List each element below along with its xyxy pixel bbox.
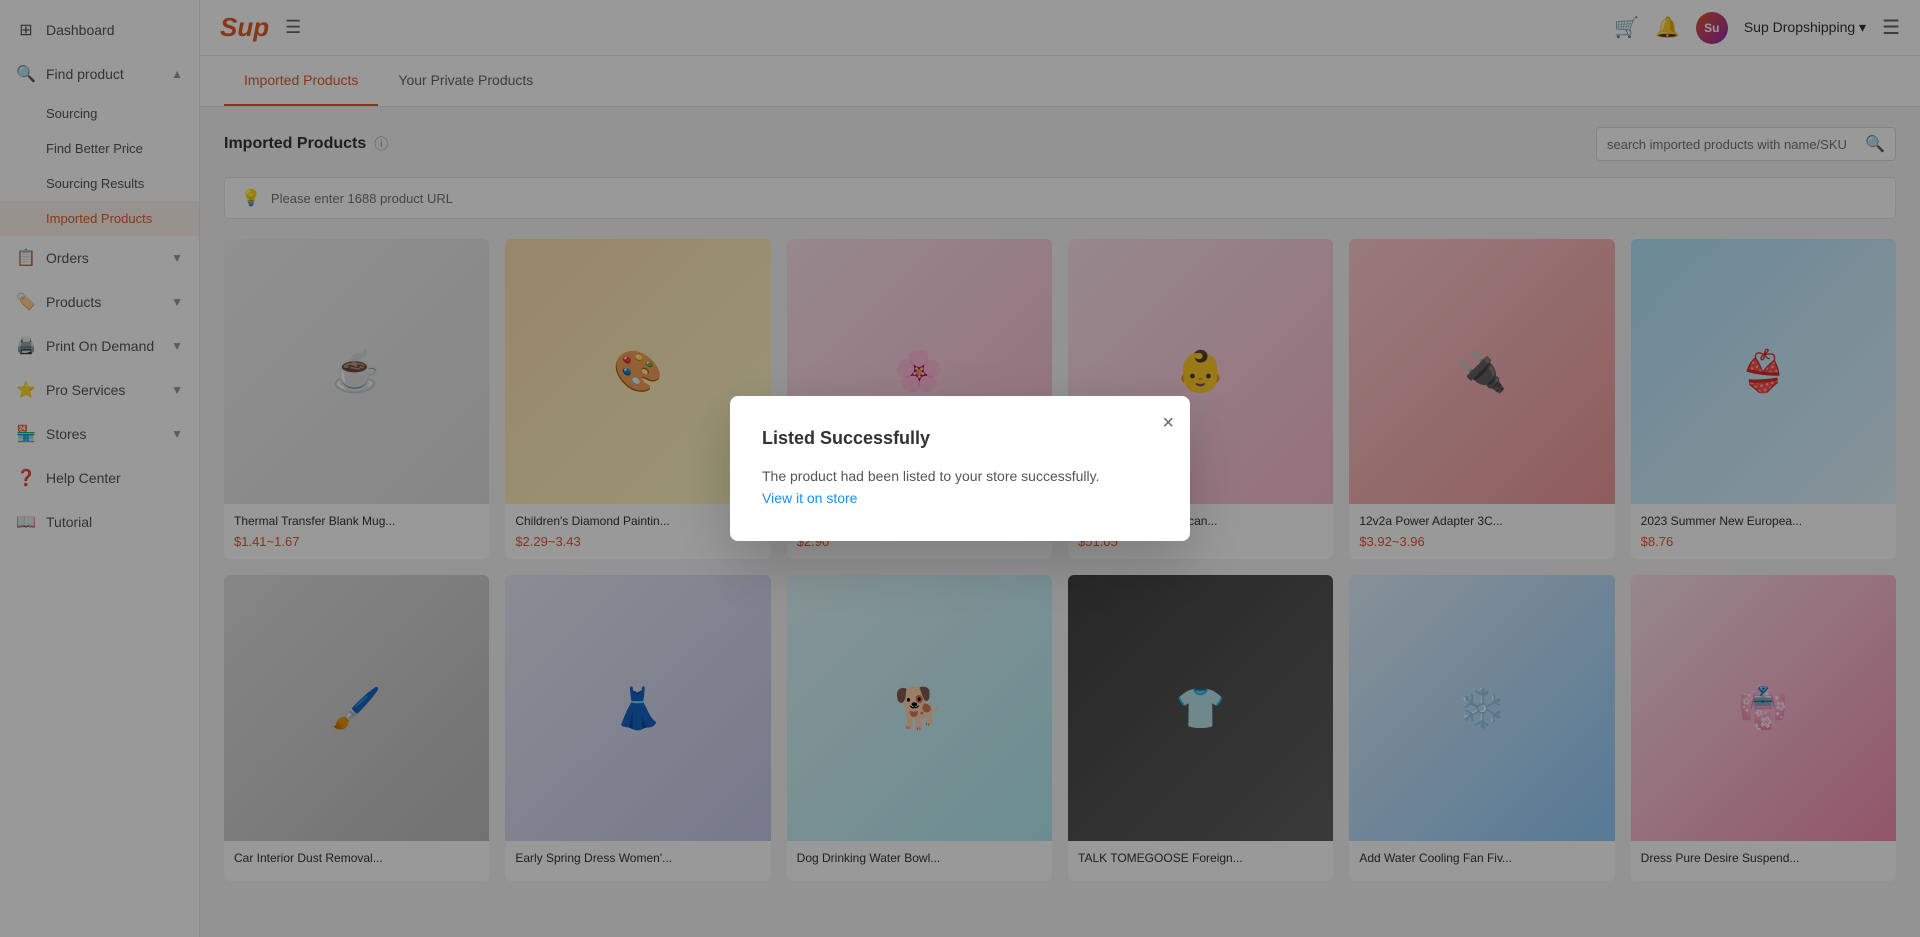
modal-title: Listed Successfully — [762, 428, 1158, 449]
modal-overlay[interactable]: × Listed Successfully The product had be… — [0, 0, 1920, 937]
view-on-store-link[interactable]: View it on store — [762, 490, 857, 506]
modal-close-button[interactable]: × — [1162, 412, 1174, 435]
success-modal: × Listed Successfully The product had be… — [730, 396, 1190, 542]
modal-body: The product had been listed to your stor… — [762, 465, 1158, 510]
